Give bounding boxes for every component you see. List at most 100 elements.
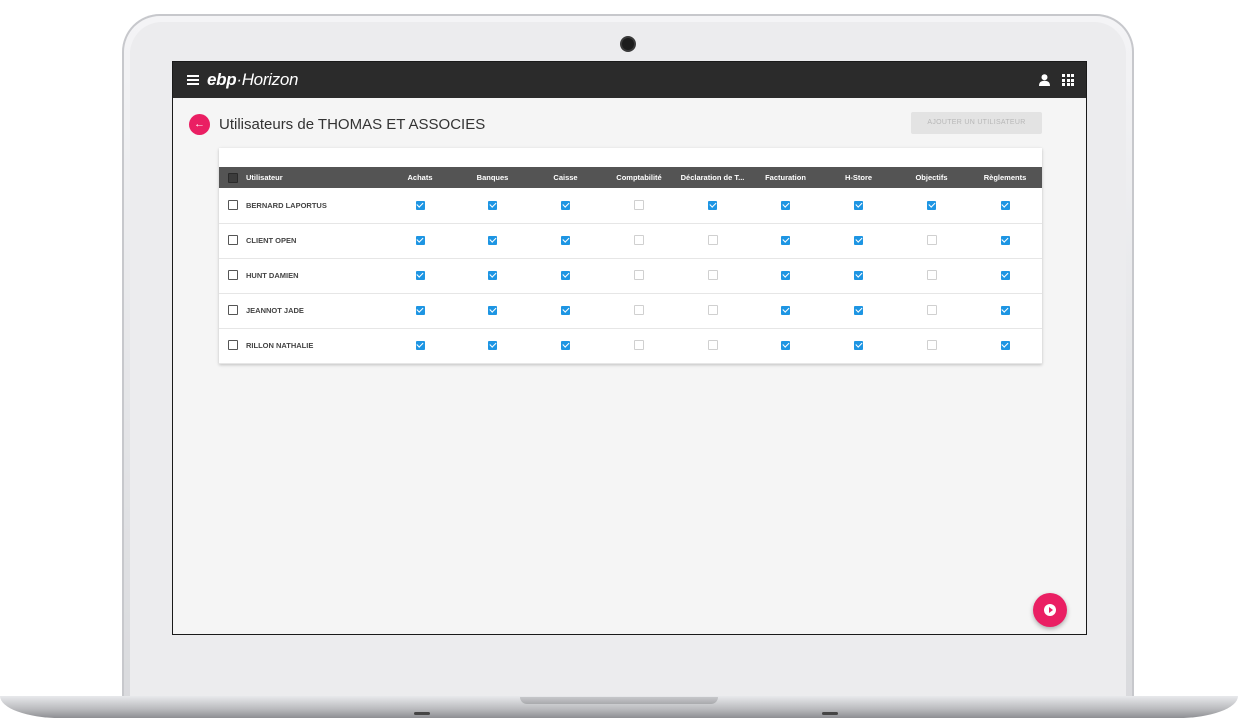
permission-checkbox[interactable] bbox=[634, 200, 644, 211]
row-select-checkbox[interactable] bbox=[227, 200, 238, 211]
table-header-row: Utilisateur Achats Banques Caisse Comptabili… bbox=[219, 167, 1042, 188]
permission-checkbox[interactable] bbox=[1000, 235, 1010, 245]
permission-checkbox[interactable] bbox=[707, 305, 718, 316]
permission-checkbox[interactable] bbox=[415, 270, 425, 280]
table-row[interactable]: RILLON NATHALIE bbox=[219, 328, 1042, 363]
permission-checkbox[interactable] bbox=[854, 340, 863, 350]
permission-checkbox[interactable] bbox=[1000, 305, 1010, 315]
permission-checkbox[interactable] bbox=[854, 235, 863, 245]
permission-checkbox[interactable] bbox=[781, 235, 790, 245]
column-header[interactable]: H-Store bbox=[822, 167, 895, 188]
permission-checkbox[interactable] bbox=[561, 200, 570, 210]
permission-cell bbox=[822, 293, 895, 328]
permission-checkbox[interactable] bbox=[488, 235, 497, 245]
permission-checkbox[interactable] bbox=[1000, 270, 1010, 280]
table-row[interactable]: JEANNOT JADE bbox=[219, 293, 1042, 328]
permission-checkbox[interactable] bbox=[854, 305, 863, 315]
permission-checkbox[interactable] bbox=[926, 340, 937, 351]
permission-cell bbox=[602, 293, 676, 328]
permission-checkbox[interactable] bbox=[854, 200, 863, 210]
permission-cell bbox=[676, 223, 749, 258]
user-icon[interactable] bbox=[1039, 74, 1050, 86]
back-arrow-icon[interactable]: ← bbox=[189, 114, 210, 135]
page-title: Utilisateurs de THOMAS ET ASSOCIES bbox=[219, 116, 486, 133]
row-select-checkbox[interactable] bbox=[227, 305, 238, 316]
permission-cell bbox=[822, 328, 895, 363]
permission-checkbox[interactable] bbox=[561, 305, 570, 315]
select-all-cell bbox=[219, 167, 246, 188]
row-select-checkbox[interactable] bbox=[227, 340, 238, 351]
permission-checkbox[interactable] bbox=[854, 270, 863, 280]
permission-checkbox[interactable] bbox=[415, 200, 425, 210]
add-user-button[interactable]: AJOUTER UN UTILISATEUR bbox=[911, 112, 1042, 134]
permission-checkbox[interactable] bbox=[927, 200, 936, 210]
permission-cell bbox=[384, 328, 456, 363]
permission-checkbox[interactable] bbox=[415, 340, 425, 350]
laptop-notch bbox=[520, 697, 718, 704]
permission-checkbox[interactable] bbox=[415, 235, 425, 245]
permission-checkbox[interactable] bbox=[561, 270, 570, 280]
permission-checkbox[interactable] bbox=[707, 235, 718, 246]
permission-checkbox[interactable] bbox=[488, 200, 497, 210]
user-name: HUNT DAMIEN bbox=[246, 271, 299, 280]
permission-checkbox[interactable] bbox=[488, 340, 497, 350]
permission-checkbox[interactable] bbox=[781, 340, 790, 350]
top-bar: ebp·Horizon bbox=[173, 62, 1086, 98]
column-header[interactable]: Règlements bbox=[968, 167, 1042, 188]
permission-checkbox[interactable] bbox=[488, 270, 497, 280]
permission-checkbox[interactable] bbox=[781, 305, 790, 315]
permission-checkbox[interactable] bbox=[707, 340, 718, 351]
permission-cell bbox=[749, 223, 822, 258]
permission-cell bbox=[456, 328, 529, 363]
column-header[interactable]: Comptabilité bbox=[602, 167, 676, 188]
permission-cell bbox=[822, 188, 895, 223]
permission-checkbox[interactable] bbox=[415, 305, 425, 315]
select-all-checkbox[interactable] bbox=[227, 172, 238, 183]
permission-checkbox[interactable] bbox=[781, 270, 790, 280]
permission-cell bbox=[529, 328, 602, 363]
permission-checkbox[interactable] bbox=[561, 235, 570, 245]
permission-cell bbox=[456, 293, 529, 328]
column-header[interactable]: Caisse bbox=[529, 167, 602, 188]
table-row[interactable]: BERNARD LAPORTUS bbox=[219, 188, 1042, 223]
permission-checkbox[interactable] bbox=[634, 270, 644, 281]
permission-cell bbox=[384, 258, 456, 293]
row-select-cell bbox=[219, 293, 246, 328]
permission-cell bbox=[602, 223, 676, 258]
column-header[interactable]: Objectifs bbox=[895, 167, 968, 188]
permission-checkbox[interactable] bbox=[708, 200, 717, 210]
column-header[interactable]: Achats bbox=[384, 167, 456, 188]
permission-cell bbox=[529, 188, 602, 223]
permission-checkbox[interactable] bbox=[926, 270, 937, 281]
apps-grid-icon[interactable] bbox=[1062, 74, 1074, 86]
user-name: BERNARD LAPORTUS bbox=[246, 200, 327, 210]
column-header-user[interactable]: Utilisateur bbox=[246, 167, 384, 188]
permission-cell bbox=[602, 258, 676, 293]
row-select-checkbox[interactable] bbox=[227, 270, 238, 281]
column-header[interactable]: Déclaration de T... bbox=[676, 167, 749, 188]
permission-checkbox[interactable] bbox=[1000, 200, 1010, 210]
menu-icon[interactable] bbox=[187, 75, 199, 85]
permission-checkbox[interactable] bbox=[1000, 340, 1010, 350]
permission-checkbox[interactable] bbox=[561, 340, 570, 350]
permission-checkbox[interactable] bbox=[488, 305, 497, 315]
permission-checkbox[interactable] bbox=[634, 340, 644, 351]
table-row[interactable]: CLIENT OPEN bbox=[219, 223, 1042, 258]
row-select-cell bbox=[219, 188, 246, 223]
column-header[interactable]: Facturation bbox=[749, 167, 822, 188]
app-logo[interactable]: ebp·Horizon bbox=[207, 70, 298, 90]
user-name: RILLON NATHALIE bbox=[246, 341, 314, 350]
table-row[interactable]: HUNT DAMIEN bbox=[219, 258, 1042, 293]
permission-cell bbox=[822, 223, 895, 258]
play-circle-icon[interactable] bbox=[1033, 593, 1067, 627]
permission-checkbox[interactable] bbox=[634, 235, 644, 246]
column-header[interactable]: Banques bbox=[456, 167, 529, 188]
row-select-checkbox[interactable] bbox=[227, 235, 238, 246]
permission-cell bbox=[456, 188, 529, 223]
permission-cell bbox=[968, 188, 1042, 223]
permission-checkbox[interactable] bbox=[781, 200, 790, 210]
permission-checkbox[interactable] bbox=[634, 305, 644, 316]
permission-checkbox[interactable] bbox=[926, 235, 937, 246]
permission-checkbox[interactable] bbox=[707, 270, 718, 281]
permission-checkbox[interactable] bbox=[926, 305, 937, 316]
